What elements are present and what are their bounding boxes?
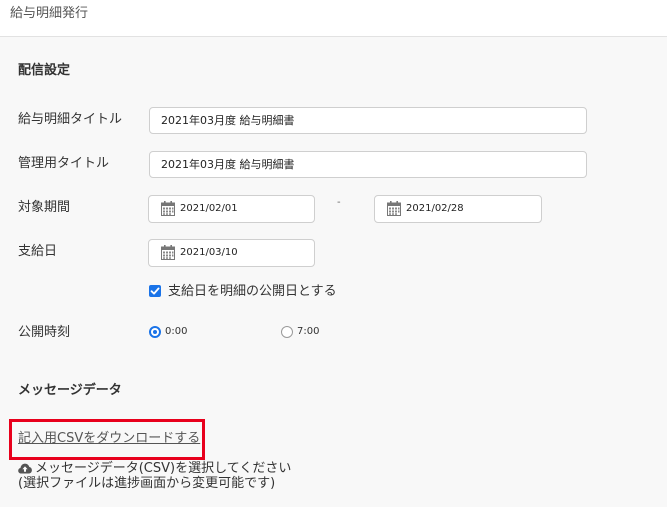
page-title: 給与明細発行 (10, 6, 89, 21)
upload-csv-note: (選択ファイルは進捗画面から変更可能です) (18, 476, 276, 491)
admin-title-input[interactable]: 2021年03月度 給与明細書 (149, 151, 587, 178)
upload-csv-prompt[interactable]: メッセージデータ(CSV)を選択してください (35, 461, 291, 477)
period-start-value: 2021/02/01 (180, 203, 238, 214)
download-csv-template-link[interactable]: 記入用CSVをダウンロードする (18, 431, 200, 447)
period-end-date-input[interactable]: 2021/02/28 (374, 195, 542, 223)
publish-time-radio-0700-label: 7:00 (297, 326, 320, 337)
target-period-label: 対象期間 (18, 200, 71, 215)
period-separator: - (337, 197, 341, 208)
checkmark-icon (150, 287, 160, 295)
publish-time-label: 公開時刻 (18, 325, 71, 340)
publish-time-radio-0000[interactable] (149, 326, 161, 338)
payment-date-label: 支給日 (18, 244, 58, 259)
cloud-upload-icon[interactable] (18, 463, 32, 474)
delivery-settings-heading: 配信設定 (18, 63, 71, 78)
period-start-date-input[interactable]: 2021/02/01 (148, 195, 315, 223)
publish-time-radio-0000-label: 0:00 (165, 326, 188, 337)
payment-date-input[interactable]: 2021/03/10 (148, 239, 315, 267)
period-end-value: 2021/02/28 (406, 203, 464, 214)
calendar-icon (387, 201, 401, 216)
publish-on-payment-date-checkbox[interactable] (149, 285, 161, 297)
calendar-icon (161, 201, 175, 216)
message-data-heading: メッセージデータ (18, 383, 122, 398)
publish-on-payment-date-label: 支給日を明細の公開日とする (168, 284, 337, 299)
payslip-title-label: 給与明細タイトル (18, 112, 123, 127)
calendar-icon (161, 245, 175, 260)
admin-title-label: 管理用タイトル (18, 156, 110, 171)
payment-date-value: 2021/03/10 (180, 247, 238, 258)
publish-time-radio-0700[interactable] (281, 326, 293, 338)
page-header: 給与明細発行 (0, 0, 667, 37)
payslip-title-input[interactable]: 2021年03月度 給与明細書 (149, 107, 587, 134)
